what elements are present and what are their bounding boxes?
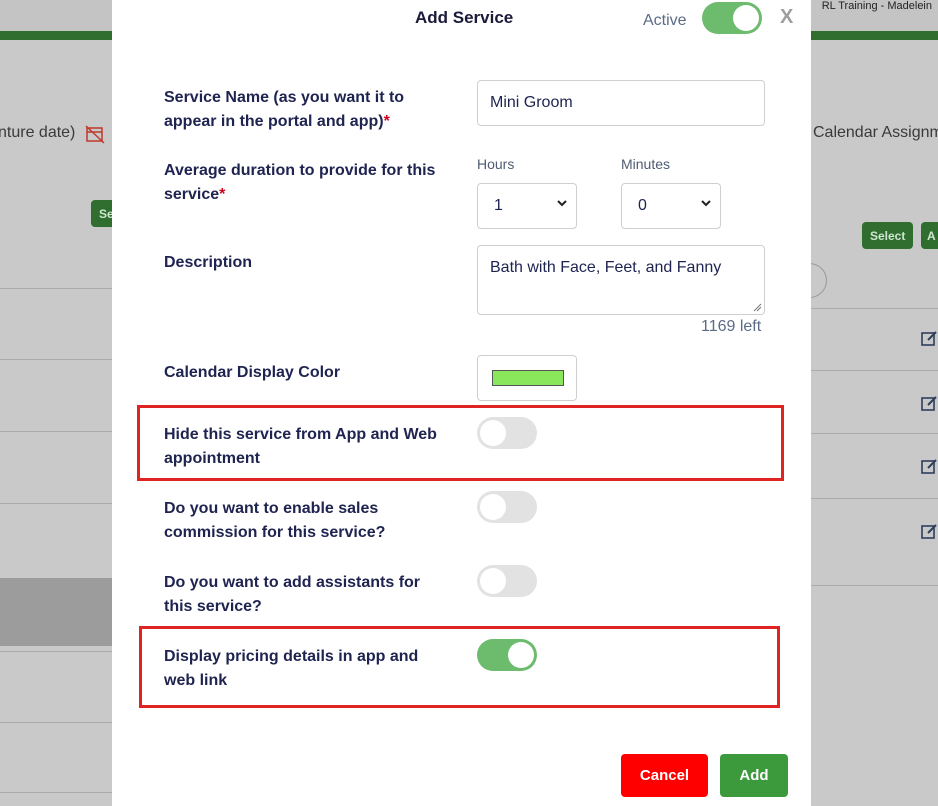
pricing-toggle[interactable] [477, 639, 537, 671]
add-button[interactable]: Add [720, 754, 788, 797]
background-text-left: nture date) [0, 124, 76, 141]
edit-icon[interactable] [921, 458, 938, 474]
minutes-value: 0 [638, 197, 647, 214]
service-name-label-text: Service Name (as you want it to appear i… [164, 89, 405, 130]
modal-title: Add Service [415, 8, 514, 27]
pricing-label: Display pricing details in app and web l… [164, 648, 419, 689]
assistants-toggle[interactable] [477, 565, 537, 597]
row-divider [811, 370, 938, 371]
character-counter: 1169 left [701, 318, 762, 335]
assistants-label: Do you want to add assistants for this s… [164, 574, 421, 615]
background-highlight-row [0, 578, 112, 646]
background-text-right: Calendar Assignm [813, 124, 938, 141]
description-value: Bath with Face, Feet, and Fanny [490, 259, 722, 276]
service-name-label: Service Name (as you want it to appear i… [164, 86, 434, 134]
chevron-down-icon [701, 200, 711, 207]
user-label: RL Training - Madelein [821, 0, 932, 12]
calendar-color-label: Calendar Display Color [164, 364, 341, 381]
chevron-down-icon [557, 200, 567, 207]
background-button-right[interactable]: A [921, 222, 938, 249]
row-divider [0, 359, 112, 360]
row-divider [0, 651, 112, 652]
row-divider [811, 498, 938, 499]
calendar-off-icon [85, 125, 105, 144]
commission-toggle[interactable] [477, 491, 537, 523]
edit-icon[interactable] [921, 523, 938, 539]
row-divider [0, 503, 112, 504]
resize-handle-icon[interactable] [752, 302, 762, 312]
row-divider [811, 308, 938, 309]
toggle-knob [480, 494, 506, 520]
hours-select[interactable]: 1 [477, 183, 577, 229]
row-divider [811, 433, 938, 434]
hours-label: Hours [477, 156, 515, 172]
edit-icon[interactable] [921, 395, 938, 411]
row-divider [811, 585, 938, 586]
hours-value: 1 [494, 197, 503, 214]
row-divider [0, 431, 112, 432]
close-button[interactable]: X [780, 6, 793, 29]
description-label: Description [164, 254, 253, 271]
description-textarea[interactable]: Bath with Face, Feet, and Fanny [477, 245, 765, 315]
cancel-button[interactable]: Cancel [621, 754, 708, 797]
required-mark: * [219, 186, 226, 203]
add-service-modal: Add Service Active X Service Name (as yo… [112, 0, 811, 806]
active-toggle[interactable] [702, 2, 762, 34]
select-button[interactable]: Select [862, 222, 914, 249]
row-divider [0, 722, 112, 723]
toggle-knob [733, 5, 759, 31]
row-divider [0, 792, 112, 793]
duration-label: Average duration to provide for this ser… [164, 159, 444, 207]
toggle-knob [508, 642, 534, 668]
row-divider [0, 288, 112, 289]
toggle-knob [480, 420, 506, 446]
duration-label-text: Average duration to provide for this ser… [164, 162, 436, 203]
minutes-select[interactable]: 0 [621, 183, 721, 229]
toggle-knob [480, 568, 506, 594]
required-mark: * [383, 113, 390, 130]
active-label: Active [643, 12, 687, 29]
minutes-label: Minutes [621, 156, 671, 172]
color-picker[interactable] [477, 355, 577, 401]
hide-service-label: Hide this service from App and Web appoi… [164, 426, 437, 467]
service-name-input[interactable] [477, 80, 765, 126]
color-swatch [492, 370, 564, 386]
commission-label: Do you want to enable sales commission f… [164, 500, 386, 541]
hide-service-toggle[interactable] [477, 417, 537, 449]
edit-icon[interactable] [921, 330, 938, 346]
